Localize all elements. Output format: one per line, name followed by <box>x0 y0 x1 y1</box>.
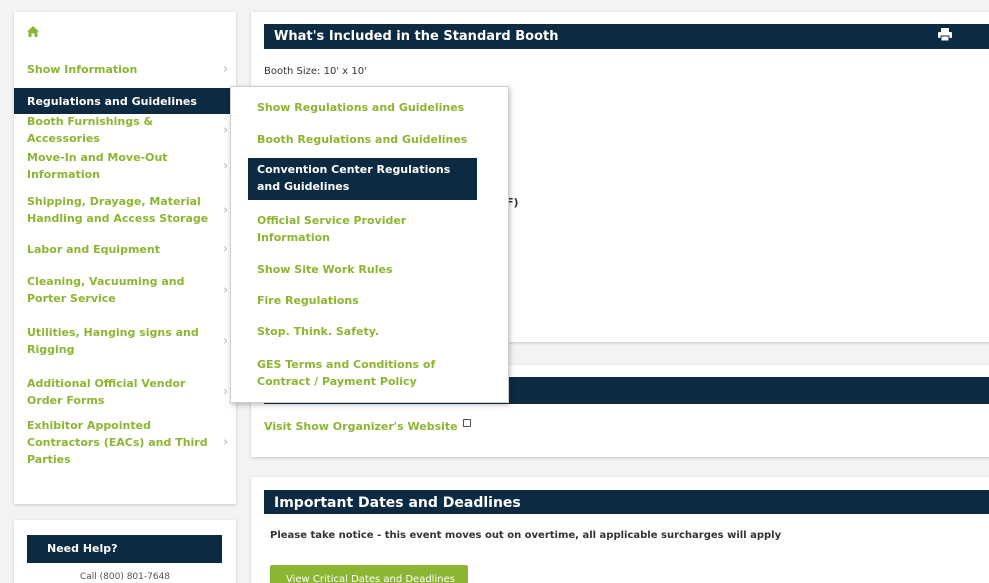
sidebar-item-label: Utilities, Hanging signs and Rigging <box>27 326 199 356</box>
organizer-website-label: Visit Show Organizer's Website <box>264 420 458 433</box>
sidebar-item-label: Show Information <box>27 62 138 76</box>
dropdown-item-terms[interactable]: GES Terms and Conditions of Contract / P… <box>248 356 477 392</box>
sidebar-item-eacs[interactable]: Exhibitor Appointed Contractors (EACs) a… <box>14 418 236 466</box>
home-icon <box>27 26 39 37</box>
sidebar-item-regulations[interactable]: Regulations and Guidelines <box>14 88 236 114</box>
external-link-icon <box>463 419 472 427</box>
home-link[interactable] <box>14 12 236 56</box>
dropdown-item-fire-regulations[interactable]: Fire Regulations <box>248 292 477 312</box>
help-phone: Call (800) 801-7648 <box>79 572 171 582</box>
dropdown-item-booth-regulations[interactable]: Booth Regulations and Guidelines <box>248 131 477 151</box>
chevron-right-icon: › <box>223 241 228 256</box>
booth-size: Booth Size: 10' x 10' <box>264 66 367 77</box>
chevron-right-icon: › <box>223 333 228 348</box>
dropdown-item-service-provider[interactable]: Official Service Provider Information <box>248 212 477 248</box>
sidebar-item-label: Move-In and Move-Out Information <box>27 151 168 181</box>
sidebar-item-cleaning[interactable]: Cleaning, Vacuuming and Porter Service › <box>14 264 236 316</box>
sidebar-item-label: Labor and Equipment <box>27 242 160 256</box>
dropdown-item-convention-center[interactable]: Convention Center Regulations and Guidel… <box>248 158 477 200</box>
print-icon[interactable] <box>938 28 952 45</box>
sidebar-item-label: Exhibitor Appointed Contractors (EACs) a… <box>27 418 208 466</box>
chevron-right-icon: › <box>223 434 228 449</box>
sidebar-nav: Show Information › Regulations and Guide… <box>14 12 236 504</box>
sidebar-item-label: Booth Furnishings & Accessories <box>27 115 154 145</box>
chevron-right-icon: › <box>223 202 228 217</box>
sidebar-item-labor[interactable]: Labor and Equipment › <box>14 234 236 264</box>
sidebar-item-move-in-out[interactable]: Move-In and Move-Out Information › <box>14 146 236 186</box>
sidebar-item-shipping[interactable]: Shipping, Drayage, Material Handling and… <box>14 186 236 234</box>
dropdown-item-work-rules[interactable]: Show Site Work Rules <box>248 261 477 281</box>
sidebar-item-label: Shipping, Drayage, Material Handling and… <box>27 195 209 225</box>
regulations-dropdown: Show Regulations and Guidelines Booth Re… <box>230 86 509 403</box>
dates-card-header: Important Dates and Deadlines <box>264 490 989 514</box>
sidebar-item-label: Additional Official Vendor Order Forms <box>27 377 186 407</box>
chevron-right-icon: › <box>223 61 228 76</box>
dropdown-item-show-regulations[interactable]: Show Regulations and Guidelines <box>248 99 477 119</box>
sidebar-item-utilities[interactable]: Utilities, Hanging signs and Rigging › <box>14 316 236 366</box>
sidebar-item-label: Regulations and Guidelines <box>27 94 197 108</box>
chevron-right-icon: › <box>223 122 228 137</box>
booth-card-title: What's Included in the Standard Booth <box>274 29 559 44</box>
sidebar-item-show-information[interactable]: Show Information › <box>14 56 236 82</box>
view-dates-button[interactable]: View Critical Dates and Deadlines <box>270 565 468 583</box>
dates-card-title: Important Dates and Deadlines <box>274 495 521 511</box>
booth-card-header: What's Included in the Standard Booth <box>264 24 989 49</box>
dropdown-item-safety[interactable]: Stop. Think. Safety. <box>248 323 477 343</box>
dates-card: Important Dates and Deadlines Please tak… <box>251 477 989 583</box>
sidebar-item-vendor-forms[interactable]: Additional Official Vendor Order Forms › <box>14 366 236 418</box>
organizer-website-link[interactable]: Visit Show Organizer's Website <box>264 419 472 433</box>
chevron-right-icon: › <box>223 158 228 173</box>
help-box: Need Help? Call (800) 801-7648 <box>14 520 236 583</box>
sidebar-item-label: Cleaning, Vacuuming and Porter Service <box>27 275 185 305</box>
chevron-right-icon: › <box>223 384 228 399</box>
chevron-right-icon: › <box>223 282 228 297</box>
sidebar-item-booth-furnishings[interactable]: Booth Furnishings & Accessories › <box>14 114 236 146</box>
help-title: Need Help? <box>27 535 222 563</box>
overtime-notice: Please take notice - this event moves ou… <box>270 530 782 541</box>
